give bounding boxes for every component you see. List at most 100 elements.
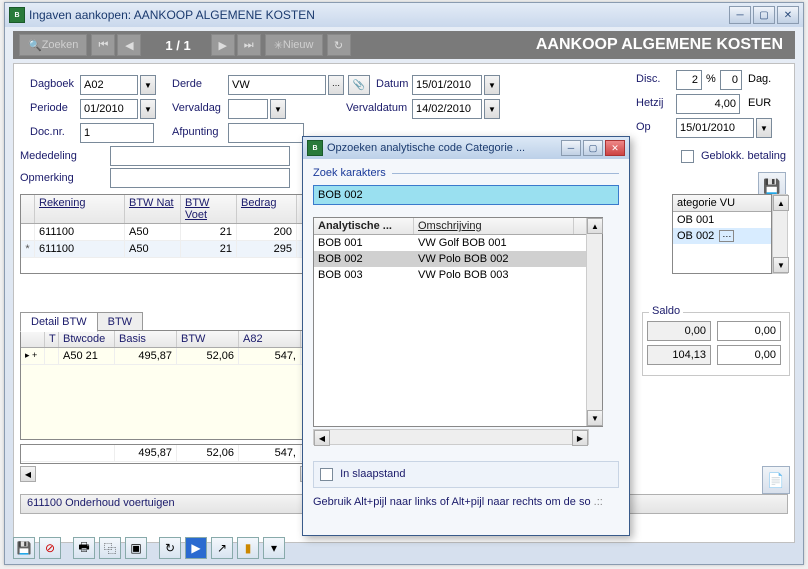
afpunting-input[interactable] — [228, 123, 304, 143]
scroll-up-icon[interactable]: ▲ — [773, 195, 789, 211]
scroll-left-icon[interactable]: ◀ — [314, 430, 330, 446]
close-button[interactable]: ✕ — [777, 6, 799, 24]
dagboek-dropdown[interactable]: ▼ — [140, 75, 156, 95]
col-btwnat[interactable]: BTW Nat — [125, 195, 181, 223]
hetzij-input[interactable] — [676, 94, 740, 114]
opmerking-input[interactable] — [110, 168, 290, 188]
print-icon[interactable]: 🖶 — [73, 537, 95, 559]
mededeling-input[interactable] — [110, 146, 290, 166]
scroll-up-icon[interactable]: ▲ — [587, 218, 603, 234]
mededeling-label: Mededeling — [20, 150, 77, 162]
search-input[interactable] — [313, 185, 619, 205]
derde-lookup[interactable]: ⋯ — [328, 75, 344, 95]
maximize-button[interactable]: ▢ — [753, 6, 775, 24]
scroll-down-icon[interactable]: ▼ — [587, 410, 603, 426]
scroll-down-icon[interactable]: ▼ — [773, 257, 789, 273]
derde-action-button[interactable]: 📎 — [348, 75, 370, 95]
vervaldatum-label: Vervaldatum — [346, 102, 407, 114]
lines-grid[interactable]: Rekening BTW Nat BTW Voet Bedrag 611100 … — [20, 194, 314, 274]
list-item[interactable]: BOB 003 VW Polo BOB 003 — [314, 267, 602, 283]
new-button[interactable]: ✳ Nieuw — [265, 34, 323, 56]
copy-icon[interactable]: ⿻ — [99, 537, 121, 559]
dagboek-input[interactable] — [80, 75, 138, 95]
category-scrollbar[interactable]: ▲ ▼ — [772, 194, 788, 274]
action-blue-icon[interactable]: ▶ — [185, 537, 207, 559]
col-basis[interactable]: Basis — [115, 331, 177, 347]
col-analytische[interactable]: Analytische ... — [314, 218, 414, 234]
record-counter: 1 / 1 — [145, 38, 210, 53]
folder-icon[interactable]: ▮ — [237, 537, 259, 559]
save-icon[interactable]: 💾 — [13, 537, 35, 559]
vervaldag-dropdown[interactable]: ▼ — [270, 99, 286, 119]
result-grid[interactable]: Analytische ... Omschrijving BOB 001 VW … — [313, 217, 603, 427]
docnr-input[interactable] — [80, 123, 154, 143]
action-banner: 🔍 Zoeken ⏮ ◀ 1 / 1 ▶ ⏭ ✳ Nieuw ↻ AANKOOP… — [13, 31, 795, 59]
hint-text: Gebruik Alt+pijl naar links of Alt+pijl … — [313, 496, 619, 508]
category-header: ategorie VU — [673, 195, 771, 212]
export-icon[interactable]: ↗ — [211, 537, 233, 559]
table-row[interactable]: * 611100 A50 21 295 — [21, 241, 313, 258]
disc-days-input[interactable] — [720, 70, 742, 90]
refresh-button[interactable]: ↻ — [327, 34, 351, 56]
category-grid[interactable]: ategorie VU OB 001 OB 002 ⋯ — [672, 194, 772, 274]
search-button[interactable]: 🔍 Zoeken — [19, 34, 87, 56]
op-dropdown[interactable]: ▼ — [756, 118, 772, 138]
saldo-group: Saldo 0,00 0,00 104,13 0,00 — [642, 312, 790, 376]
periode-input[interactable] — [80, 99, 138, 119]
result-vscroll[interactable]: ▲ ▼ — [586, 218, 602, 426]
nav-prev-button[interactable]: ◀ — [117, 34, 141, 56]
vervaldag-input[interactable] — [228, 99, 268, 119]
dialog-title: Opzoeken analytische code Categorie ... — [327, 142, 561, 154]
result-hscroll[interactable]: ◀ ▶ — [313, 429, 589, 445]
nav-next-button[interactable]: ▶ — [211, 34, 235, 56]
hetzij-cur: EUR — [748, 97, 771, 109]
sleep-checkbox[interactable] — [320, 468, 333, 481]
vat-grid[interactable]: T Btwcode Basis BTW A82 ▸ + A50 21 495,8… — [20, 330, 318, 440]
nav-first-button[interactable]: ⏮ — [91, 34, 115, 56]
list-item[interactable]: OB 002 ⋯ — [673, 228, 771, 244]
datum-dropdown[interactable]: ▼ — [484, 75, 500, 95]
dialog-minimize-button[interactable]: ─ — [561, 140, 581, 156]
list-item[interactable]: OB 001 — [673, 212, 771, 228]
dialog-titlebar: B Opzoeken analytische code Categorie ..… — [303, 137, 629, 159]
col-rekening[interactable]: Rekening — [35, 195, 125, 223]
docnr-label: Doc.nr. — [30, 126, 65, 138]
cancel-icon[interactable]: ⊘ — [39, 537, 61, 559]
scroll-right-icon[interactable]: ▶ — [572, 430, 588, 446]
op-input[interactable] — [676, 118, 754, 138]
dialog-close-button[interactable]: ✕ — [605, 140, 625, 156]
col-bedrag[interactable]: Bedrag — [237, 195, 297, 223]
dropdown-icon[interactable]: ▾ — [263, 537, 285, 559]
refresh-icon[interactable]: ↻ — [159, 537, 181, 559]
col-t[interactable]: T — [45, 331, 59, 347]
vervaldatum-dropdown[interactable]: ▼ — [484, 99, 500, 119]
table-row[interactable]: ▸ + A50 21 495,87 52,06 547, — [21, 348, 317, 365]
col-a82[interactable]: A82 — [239, 331, 301, 347]
col-btwcode[interactable]: Btwcode — [59, 331, 115, 347]
dialog-maximize-button[interactable]: ▢ — [583, 140, 603, 156]
window-title: Ingaven aankopen: AANKOOP ALGEMENE KOSTE… — [29, 8, 729, 22]
col-btwvoet[interactable]: BTW Voet — [181, 195, 237, 223]
table-row[interactable]: 611100 A50 21 200 — [21, 224, 313, 241]
derde-input[interactable] — [228, 75, 326, 95]
periode-dropdown[interactable]: ▼ — [140, 99, 156, 119]
geblokk-checkbox[interactable] — [681, 150, 694, 163]
tab-btw[interactable]: BTW — [97, 312, 143, 332]
vervaldatum-input[interactable] — [412, 99, 482, 119]
disc-pct-input[interactable] — [676, 70, 702, 90]
list-item[interactable]: BOB 001 VW Golf BOB 001 — [314, 235, 602, 251]
notes-button[interactable]: 📄 — [762, 466, 790, 494]
datum-input[interactable] — [412, 75, 482, 95]
app-icon: B — [9, 7, 25, 23]
list-item[interactable]: BOB 002 VW Polo BOB 002 — [314, 251, 602, 267]
lookup-dialog: B Opzoeken analytische code Categorie ..… — [302, 136, 630, 536]
grid-scroll-left[interactable]: ◀ — [20, 466, 36, 482]
lookup-icon[interactable]: ⋯ — [719, 230, 734, 242]
tab-detail-btw[interactable]: Detail BTW — [20, 312, 98, 332]
windows-icon[interactable]: ▣ — [125, 537, 147, 559]
nav-last-button[interactable]: ⏭ — [237, 34, 261, 56]
col-omschrijving[interactable]: Omschrijving — [414, 218, 574, 234]
minimize-button[interactable]: ─ — [729, 6, 751, 24]
col-btw[interactable]: BTW — [177, 331, 239, 347]
main-titlebar: B Ingaven aankopen: AANKOOP ALGEMENE KOS… — [5, 3, 803, 27]
